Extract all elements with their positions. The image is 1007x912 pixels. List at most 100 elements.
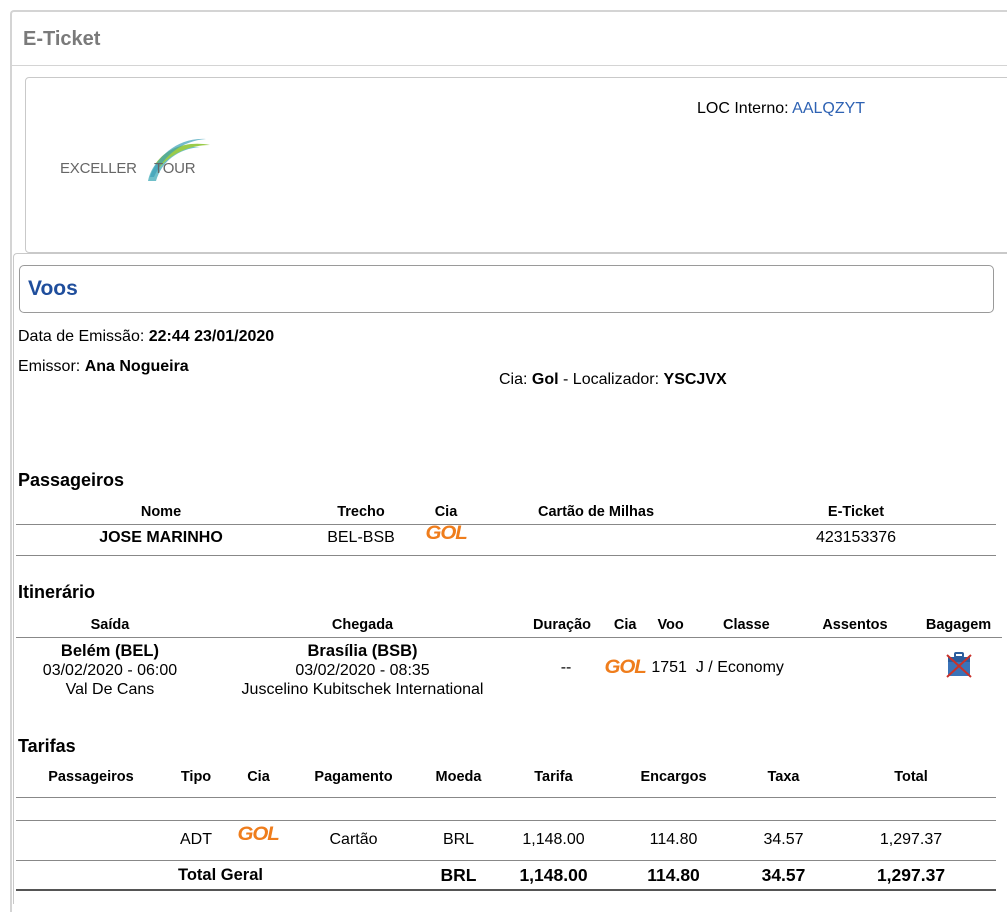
col-header: Saída: [90, 617, 130, 633]
total-moeda: BRL: [440, 864, 477, 885]
bagagem-cell: [913, 636, 1004, 699]
col-header: Taxa: [767, 769, 800, 785]
chegada-city: Brasília (BSB): [307, 642, 418, 660]
cia-value: Gol: [531, 371, 559, 388]
saida-airport: Val De Cans: [65, 681, 155, 698]
data-emissao: Data de Emissão: 22:44 23/01/2020: [18, 328, 274, 346]
tarifa-pagamento: Cartão: [329, 831, 378, 848]
emissao-label: Data de Emissão:: [18, 328, 145, 345]
total-taxa: 34.57: [761, 864, 806, 885]
col-header: Chegada: [331, 617, 394, 633]
itinerario-title: Itinerário: [18, 582, 96, 602]
col-header: Assentos: [822, 617, 888, 633]
emissor: Emissor: Ana Nogueira: [18, 358, 189, 376]
divider: [16, 524, 996, 525]
tarifas-header-row: Passageiros Tipo Cia Pagamento Moeda Tar…: [16, 766, 996, 788]
total-encargos: 114.80: [647, 864, 700, 885]
col-header: Tarifa: [534, 769, 573, 785]
col-header: Classe: [722, 617, 770, 633]
localizador-label: - Localizador:: [558, 371, 660, 388]
tarifa-encargos: 114.80: [649, 831, 698, 848]
logo-text-tour: TOUR: [154, 160, 196, 177]
table-row: Belém (BEL) 03/02/2020 - 06:00 Val De Ca…: [14, 636, 1004, 699]
itinerario-table: Saída Chegada Duração Cia Voo Classe Ass…: [14, 614, 1004, 699]
col-header: Encargos: [640, 769, 707, 785]
logo-text-exceller: EXCELLER: [60, 160, 137, 177]
passageiros-table: Nome Trecho Cia Cartão de Milhas E-Ticke…: [16, 501, 996, 553]
tarifas-table: Passageiros Tipo Cia Pagamento Moeda Tar…: [16, 766, 996, 890]
col-header: Nome: [140, 504, 182, 520]
cia-localizador: Cia: Gol - Localizador: YSCJVX: [499, 371, 727, 389]
col-header: Bagagem: [925, 617, 992, 633]
chegada-airport: Juscelino Kubitschek International: [241, 681, 484, 698]
col-header: Cartão de Milhas: [537, 504, 655, 520]
trecho: BEL-BSB: [327, 529, 395, 546]
gol-logo: GOL: [425, 523, 467, 544]
chegada-time: 03/02/2020 - 08:35: [295, 662, 430, 679]
divider: [16, 797, 996, 798]
col-header: Tipo: [180, 769, 212, 785]
col-header: Voo: [657, 617, 684, 633]
exceller-tour-logo: EXCELLER TOUR: [60, 133, 230, 183]
divider: [16, 820, 996, 821]
window-titlebar: E-Ticket: [12, 12, 1007, 66]
tarifa-taxa: 34.57: [763, 831, 804, 848]
col-header: Cia: [434, 504, 458, 520]
loc-interno: LOC Interno: AALQZYT: [697, 100, 865, 118]
passageiros-header-row: Nome Trecho Cia Cartão de Milhas E-Ticke…: [16, 501, 996, 523]
voos-header: Voos: [19, 265, 994, 313]
tarifa-passageiros: [16, 820, 166, 860]
itinerario-header-row: Saída Chegada Duração Cia Voo Classe Ass…: [14, 614, 1004, 636]
emissor-value: Ana Nogueira: [84, 358, 189, 375]
tarifa-total: 1,297.37: [879, 831, 943, 848]
passageiros-title: Passageiros: [18, 470, 125, 490]
tarifas-title: Tarifas: [18, 736, 76, 756]
chegada-cell: Brasília (BSB) 03/02/2020 - 08:35 Juscel…: [206, 636, 519, 699]
col-header: E-Ticket: [827, 504, 885, 520]
cartao-milhas: [476, 523, 716, 553]
col-header: Pagamento: [314, 769, 393, 785]
header-panel: LOC Interno: AALQZYT EXCELLER TOUR: [25, 77, 1007, 253]
saida-cell: Belém (BEL) 03/02/2020 - 06:00 Val De Ca…: [14, 636, 206, 699]
voo-number: 1751: [651, 658, 687, 676]
saida-time: 03/02/2020 - 06:00: [42, 662, 178, 679]
localizador-value: YSCJVX: [663, 371, 727, 388]
emissor-label: Emissor:: [18, 358, 81, 375]
divider: [16, 860, 996, 861]
no-baggage-icon: [945, 652, 972, 678]
table-row: JOSE MARINHO BEL-BSB GOL 423153376: [16, 523, 996, 553]
total-tarifa: 1,148.00: [519, 864, 588, 885]
divider: [16, 637, 1002, 638]
col-header: Cia: [613, 617, 637, 633]
total-geral-row: Total Geral BRL 1,148.00 114.80 34.57 1,…: [16, 860, 996, 890]
window-title: E-Ticket: [23, 28, 101, 50]
table-row: ADT GOL Cartão BRL 1,148.00 114.80 34.57…: [16, 820, 996, 860]
classe: J / Economy: [695, 658, 784, 676]
voos-title: Voos: [28, 277, 78, 300]
divider: [16, 889, 996, 891]
gol-logo: GOL: [604, 656, 647, 678]
loc-value[interactable]: AALQZYT: [792, 100, 865, 117]
duracao: --: [560, 658, 572, 676]
divider: [16, 555, 996, 556]
col-header: Moeda: [435, 769, 482, 785]
emissao-value: 22:44 23/01/2020: [148, 328, 275, 345]
tarifa-moeda: BRL: [442, 831, 475, 848]
gol-logo: GOL: [237, 824, 280, 845]
tarifa-tipo: ADT: [180, 831, 212, 848]
saida-city: Belém (BEL): [60, 642, 160, 660]
assentos: [797, 636, 913, 699]
col-header: Passageiros: [48, 769, 134, 785]
tarifa-valor: 1,148.00: [522, 831, 585, 848]
passenger-name: JOSE MARINHO: [99, 529, 223, 546]
loc-label: LOC Interno:: [697, 100, 789, 117]
eticket-number: 423153376: [815, 529, 897, 546]
col-header: Cia: [247, 769, 270, 785]
col-header: Total: [894, 769, 928, 785]
col-header: Trecho: [337, 504, 385, 520]
total-total: 1,297.37: [876, 864, 946, 885]
total-geral-label: Total Geral: [178, 865, 263, 884]
col-header: Duração: [533, 617, 592, 633]
voos-panel: Voos Data de Emissão: 22:44 23/01/2020 E…: [13, 253, 1007, 904]
cia-label: Cia:: [499, 371, 528, 388]
